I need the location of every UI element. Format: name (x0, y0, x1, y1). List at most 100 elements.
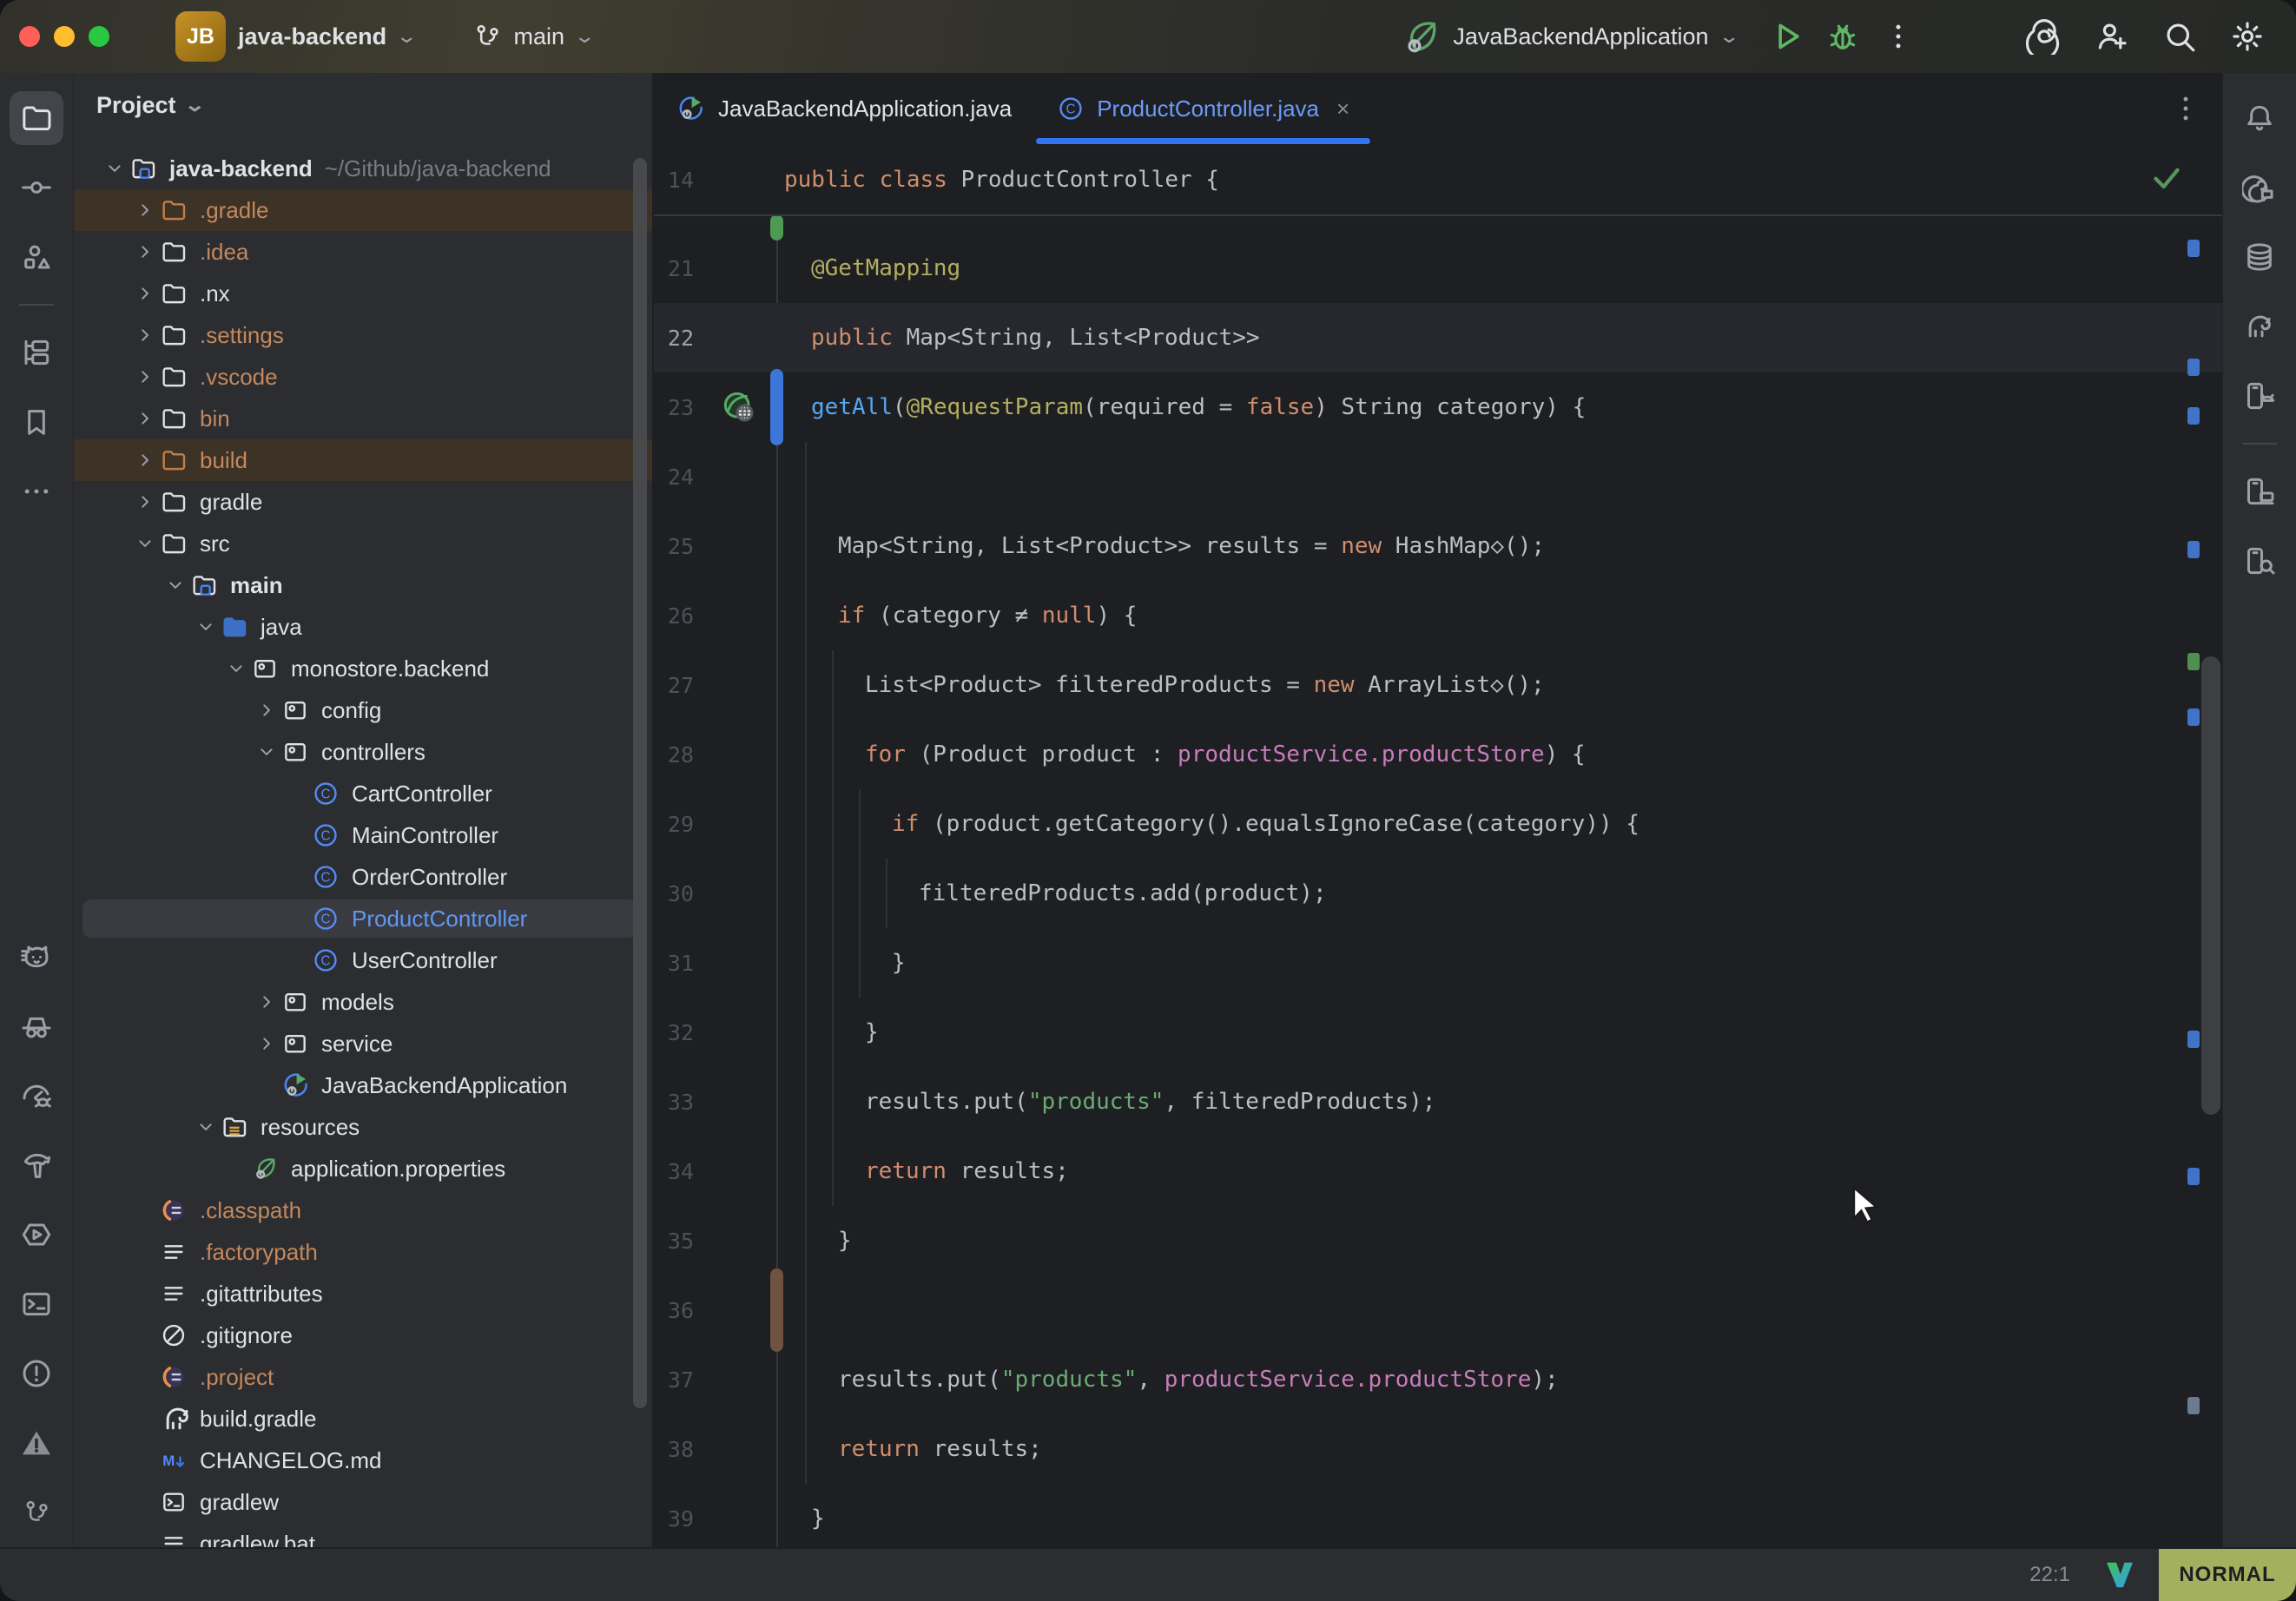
code-line[interactable]: 27List<Product> filteredProducts = new A… (654, 650, 2222, 720)
tool-button-database[interactable] (2233, 230, 2286, 284)
code-line[interactable]: 21@GetMapping (654, 234, 2222, 303)
caret-position[interactable]: 22:1 (2029, 1563, 2070, 1587)
tree-item-.gitignore[interactable]: .gitignore (74, 1314, 652, 1356)
more-actions-button[interactable] (1870, 9, 1926, 64)
tree-item-.classpath[interactable]: .classpath (74, 1189, 652, 1231)
error-stripe-mark[interactable] (2187, 240, 2200, 257)
tree-item-java[interactable]: java (74, 606, 652, 648)
minimize-window-button[interactable] (54, 26, 75, 47)
line-number[interactable]: 24 (654, 464, 694, 490)
error-stripe-mark[interactable] (2187, 1397, 2200, 1414)
tree-item-models[interactable]: models (74, 981, 652, 1023)
tool-button-build-hammer[interactable] (10, 1138, 63, 1192)
code-line[interactable]: 28for (Product product : productService.… (654, 720, 2222, 789)
error-stripe-mark[interactable] (2187, 1168, 2200, 1185)
code-editor[interactable]: 14public class ProductController { 21@Ge… (654, 145, 2222, 1547)
line-number[interactable]: 38 (654, 1437, 694, 1462)
tree-expand-toggle[interactable] (130, 366, 160, 388)
tree-expand-toggle[interactable] (130, 199, 160, 221)
tree-item-.settings[interactable]: .settings (74, 314, 652, 356)
tool-button-notifications[interactable] (2233, 91, 2286, 145)
line-number[interactable]: 26 (654, 603, 694, 629)
close-window-button[interactable] (19, 26, 40, 47)
tree-expand-toggle[interactable] (130, 282, 160, 305)
tree-item-.idea[interactable]: .idea (74, 231, 652, 273)
tool-button-device-manager[interactable] (2233, 464, 2286, 518)
tool-button-incognito[interactable] (10, 999, 63, 1053)
tree-item-OrderController[interactable]: COrderController (74, 856, 652, 898)
tree-expand-toggle[interactable] (221, 657, 251, 680)
tree-item-build[interactable]: build (74, 439, 652, 481)
tree-expand-toggle[interactable] (130, 532, 160, 555)
tree-expand-toggle[interactable] (191, 1116, 221, 1138)
tree-item-ProductController[interactable]: CProductController (74, 898, 652, 939)
tree-item-bin[interactable]: bin (74, 398, 652, 439)
sticky-line[interactable]: 14public class ProductController { (654, 145, 2222, 216)
line-number[interactable]: 31 (654, 951, 694, 976)
tool-button-git-branch[interactable] (10, 1486, 63, 1539)
sticky-line-row[interactable]: 14public class ProductController { (654, 167, 2222, 193)
tool-button-tool-windows[interactable] (10, 326, 63, 379)
tree-item-gradle[interactable]: gradle (74, 481, 652, 523)
project-panel-header[interactable]: Project ⌄ (74, 73, 652, 137)
tree-item-.gitattributes[interactable]: .gitattributes (74, 1273, 652, 1314)
tree-item-java-backend[interactable]: java-backend~/Github/java-backend (74, 148, 652, 189)
tree-item-JavaBackendApplication[interactable]: JavaBackendApplication (74, 1064, 652, 1106)
inspections-ok-icon[interactable] (2149, 161, 2184, 199)
error-stripe-mark[interactable] (2187, 1031, 2200, 1048)
code-line[interactable]: 29if (product.getCategory().equalsIgnore… (654, 789, 2222, 859)
line-number[interactable]: 32 (654, 1020, 694, 1045)
run-configuration-widget[interactable]: JavaBackendApplication ⌄ (1402, 17, 1737, 56)
tool-button-device-explorer[interactable] (2233, 534, 2286, 588)
tree-expand-toggle[interactable] (191, 616, 221, 638)
line-number[interactable]: 34 (654, 1159, 694, 1184)
code-line[interactable]: 37results.put("products", productService… (654, 1345, 2222, 1414)
error-stripe-mark[interactable] (2187, 407, 2200, 425)
code-with-me-button[interactable] (2084, 9, 2140, 64)
tree-item-src[interactable]: src (74, 523, 652, 564)
search-everywhere-button[interactable] (2152, 9, 2207, 64)
tool-button-problems[interactable] (10, 1347, 63, 1400)
tool-button-copilot-cat[interactable] (10, 930, 63, 984)
editor-scrollbar[interactable] (2201, 656, 2220, 1115)
project-tree-scrollbar[interactable] (633, 158, 647, 1408)
line-number[interactable]: 36 (654, 1298, 694, 1323)
tree-item-CHANGELOG.md[interactable]: MCHANGELOG.md (74, 1440, 652, 1481)
tree-item-service[interactable]: service (74, 1023, 652, 1064)
code-line[interactable]: 32} (654, 998, 2222, 1067)
tree-expand-toggle[interactable] (252, 699, 281, 721)
error-stripe-mark[interactable] (2187, 708, 2200, 726)
vcs-change-marker[interactable] (770, 1268, 783, 1352)
tree-item-config[interactable]: config (74, 689, 652, 731)
error-stripe-mark[interactable] (2187, 653, 2200, 670)
tree-item-CartController[interactable]: CCartController (74, 773, 652, 814)
tree-expand-toggle[interactable] (130, 324, 160, 346)
tree-expand-toggle[interactable] (130, 407, 160, 430)
code-line[interactable]: 24 (654, 442, 2222, 511)
line-number[interactable]: 37 (654, 1367, 694, 1393)
tree-item-gradlew.bat[interactable]: gradlew.bat (74, 1523, 652, 1547)
tree-item-.gradle[interactable]: .gradle (74, 189, 652, 231)
endpoint-icon[interactable] (722, 390, 756, 425)
code-line[interactable]: 38return results; (654, 1414, 2222, 1484)
line-number[interactable]: 33 (654, 1090, 694, 1115)
line-number[interactable]: 25 (654, 534, 694, 559)
tree-expand-toggle[interactable] (252, 741, 281, 763)
tree-item-resources[interactable]: resources (74, 1106, 652, 1148)
code-line[interactable]: 23getAll(@RequestParam(required = false)… (654, 372, 2222, 442)
tool-button-profiler[interactable] (10, 1069, 63, 1123)
line-number[interactable]: 14 (654, 168, 694, 193)
tree-item-.vscode[interactable]: .vscode (74, 356, 652, 398)
tool-button-warnings[interactable] (10, 1416, 63, 1470)
line-number[interactable]: 28 (654, 742, 694, 768)
tool-button-more-tools[interactable] (10, 464, 63, 518)
project-widget[interactable]: JB java-backend ⌄ (175, 11, 415, 62)
code-line[interactable]: 39} (654, 1484, 2222, 1547)
line-number[interactable]: 21 (654, 256, 694, 281)
tree-item-UserController[interactable]: CUserController (74, 939, 652, 981)
close-tab-button[interactable]: × (1336, 96, 1349, 122)
tree-expand-toggle[interactable] (130, 491, 160, 513)
code-line[interactable]: 22public Map<String, List<Product>> (654, 303, 2222, 372)
code-line[interactable]: 26if (category ≠ null) { (654, 581, 2222, 650)
tree-item-MainController[interactable]: CMainController (74, 814, 652, 856)
